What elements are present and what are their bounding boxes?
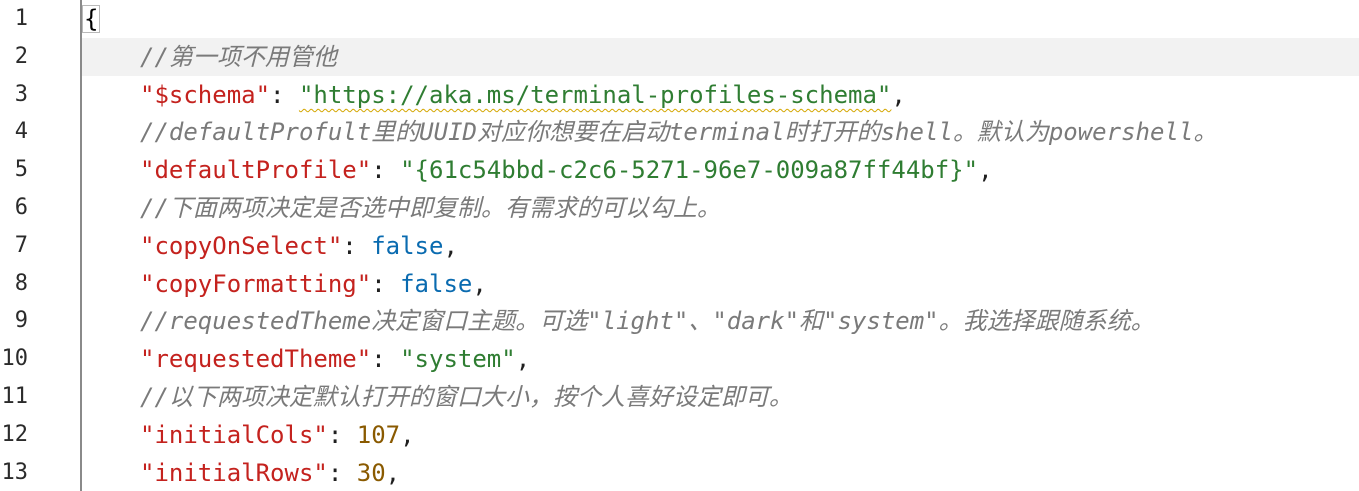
code-line[interactable]: "initialRows": 30,	[82, 454, 1359, 491]
comma: ,	[472, 270, 487, 298]
json-key: "initialCols"	[140, 421, 328, 449]
json-number-value: 30	[356, 459, 386, 487]
comment: //requestedTheme决定窗口主题。可选"light"、"dark"和…	[140, 307, 1155, 335]
line-number: 11	[1, 384, 29, 409]
code-line[interactable]: "defaultProfile": "{61c54bbd-c2c6-5271-9…	[82, 151, 1359, 189]
line-number: 4	[14, 119, 28, 144]
comma: ,	[891, 81, 906, 109]
json-string-value: "https://aka.ms/terminal-profiles-schema…	[298, 81, 892, 109]
line-number: 9	[14, 308, 28, 333]
comma: ,	[515, 345, 531, 373]
json-key: "defaultProfile"	[140, 156, 372, 184]
json-key: "requestedTheme"	[140, 345, 372, 373]
code-line[interactable]: {	[82, 0, 1359, 38]
code-line-current[interactable]: //第一项不用管他	[82, 38, 1359, 76]
comma: ,	[978, 156, 993, 184]
json-key: "initialRows"	[140, 459, 328, 487]
line-number: 8	[14, 271, 28, 296]
comma: ,	[385, 459, 401, 487]
colon: :	[371, 270, 401, 298]
line-number: 3	[14, 82, 28, 107]
code-line[interactable]: //以下两项决定默认打开的窗口大小，按个人喜好设定即可。	[82, 378, 1359, 416]
colon: :	[327, 421, 357, 449]
comma: ,	[443, 232, 458, 260]
code-line[interactable]: "initialCols": 107,	[82, 416, 1359, 454]
code-line[interactable]: //defaultProfult里的UUID对应你想要在启动terminal时打…	[82, 113, 1359, 151]
line-number: 13	[1, 460, 29, 485]
colon: :	[342, 232, 372, 260]
code-line[interactable]: "$schema": "https://aka.ms/terminal-prof…	[82, 76, 1359, 114]
code-line[interactable]: "requestedTheme": "system",	[82, 340, 1359, 378]
comment: //第一项不用管他	[140, 43, 337, 71]
json-string-value: "system"	[400, 345, 516, 373]
comma: ,	[400, 421, 415, 449]
code-line[interactable]: "copyOnSelect": false,	[82, 227, 1359, 265]
line-number: 7	[14, 233, 28, 258]
code-editor[interactable]: 1 2 3 4 5 6 7 8 9 10 11 12 13 { //第一项不用管…	[0, 0, 1359, 491]
code-line[interactable]: //下面两项决定是否选中即复制。有需求的可以勾上。	[82, 189, 1359, 227]
line-number: 5	[14, 157, 28, 182]
code-line[interactable]: "copyFormatting": false,	[82, 265, 1359, 303]
comment: //下面两项决定是否选中即复制。有需求的可以勾上。	[140, 194, 721, 222]
comment: //defaultProfult里的UUID对应你想要在启动terminal时打…	[140, 118, 1218, 146]
code-line[interactable]: //requestedTheme决定窗口主题。可选"light"、"dark"和…	[82, 302, 1359, 340]
line-number: 12	[1, 422, 29, 447]
colon: :	[371, 156, 401, 184]
json-key: "$schema"	[140, 81, 271, 109]
json-string-value: "{61c54bbd-c2c6-5271-96e7-009a87ff44bf}"	[400, 156, 979, 184]
comment: //以下两项决定默认打开的窗口大小，按个人喜好设定即可。	[140, 383, 793, 411]
colon: :	[270, 81, 299, 109]
colon: :	[371, 345, 401, 373]
json-number-value: 107	[356, 421, 401, 449]
json-key: "copyFormatting"	[140, 270, 372, 298]
colon: :	[327, 459, 357, 487]
line-number: 1	[14, 6, 28, 31]
line-number-gutter: 1 2 3 4 5 6 7 8 9 10 11 12 13	[0, 0, 82, 491]
json-boolean-value: false	[371, 232, 444, 260]
code-area[interactable]: { //第一项不用管他 "$schema": "https://aka.ms/t…	[82, 0, 1359, 491]
line-number: 6	[14, 195, 28, 220]
json-boolean-value: false	[400, 270, 473, 298]
json-key: "copyOnSelect"	[140, 232, 343, 260]
open-brace: {	[82, 5, 101, 33]
line-number: 10	[1, 346, 29, 371]
line-number: 2	[14, 44, 28, 69]
